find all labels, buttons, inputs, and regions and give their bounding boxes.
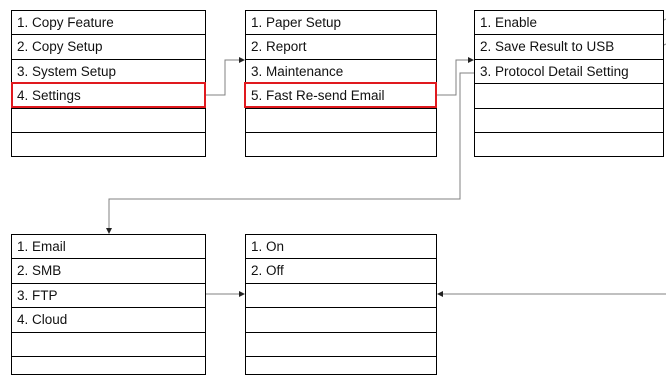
menu-item-empty bbox=[475, 109, 663, 133]
menu-item-maintenance[interactable]: 3. Maintenance bbox=[246, 60, 436, 85]
menu-item-on[interactable]: 1. On bbox=[246, 235, 436, 260]
connector-fast-resend-to-box3 bbox=[437, 59, 471, 96]
menu-item-system-setup[interactable]: 3. System Setup bbox=[12, 60, 205, 85]
menu-box-fast-resend-email: 1. Enable 2. Save Result to USB 3. Proto… bbox=[474, 10, 664, 157]
menu-item-off[interactable]: 2. Off bbox=[246, 259, 436, 284]
menu-item-email[interactable]: 1. Email bbox=[12, 235, 205, 260]
menu-item-ftp[interactable]: 3. FTP bbox=[12, 284, 205, 309]
menu-item-protocol-detail-setting[interactable]: 3. Protocol Detail Setting bbox=[475, 60, 663, 85]
menu-item-empty bbox=[246, 333, 436, 357]
menu-box-on-off: 1. On 2. Off bbox=[245, 234, 437, 375]
menu-item-empty bbox=[246, 133, 436, 157]
menu-item-empty bbox=[246, 109, 436, 133]
menu-box-protocol: 1. Email 2. SMB 3. FTP 4. Cloud bbox=[11, 234, 206, 375]
menu-item-empty bbox=[246, 308, 436, 333]
arrowhead bbox=[437, 291, 443, 297]
menu-item-copy-feature[interactable]: 1. Copy Feature bbox=[12, 11, 205, 36]
menu-item-empty bbox=[12, 109, 205, 133]
menu-box-main: 1. Copy Feature 2. Copy Setup 3. System … bbox=[11, 10, 206, 157]
connector-settings-to-box2 bbox=[206, 59, 242, 96]
menu-item-paper-setup[interactable]: 1. Paper Setup bbox=[246, 11, 436, 36]
menu-item-copy-setup[interactable]: 2. Copy Setup bbox=[12, 35, 205, 60]
menu-item-fast-resend-email[interactable]: 5. Fast Re-send Email bbox=[246, 84, 436, 109]
menu-item-empty bbox=[12, 333, 205, 357]
menu-item-empty bbox=[475, 133, 663, 157]
menu-item-cloud[interactable]: 4. Cloud bbox=[12, 308, 205, 333]
menu-box-settings: 1. Paper Setup 2. Report 3. Maintenance … bbox=[245, 10, 437, 157]
menu-item-empty bbox=[475, 84, 663, 109]
menu-item-empty bbox=[12, 357, 205, 381]
menu-item-settings[interactable]: 4. Settings bbox=[12, 84, 205, 109]
menu-item-empty bbox=[246, 284, 436, 309]
menu-item-enable[interactable]: 1. Enable bbox=[475, 11, 663, 36]
menu-item-report[interactable]: 2. Report bbox=[246, 35, 436, 60]
menu-item-empty bbox=[246, 357, 436, 381]
menu-item-empty bbox=[12, 133, 205, 157]
menu-item-save-result-to-usb[interactable]: 2. Save Result to USB bbox=[475, 35, 663, 60]
menu-item-smb[interactable]: 2. SMB bbox=[12, 259, 205, 284]
